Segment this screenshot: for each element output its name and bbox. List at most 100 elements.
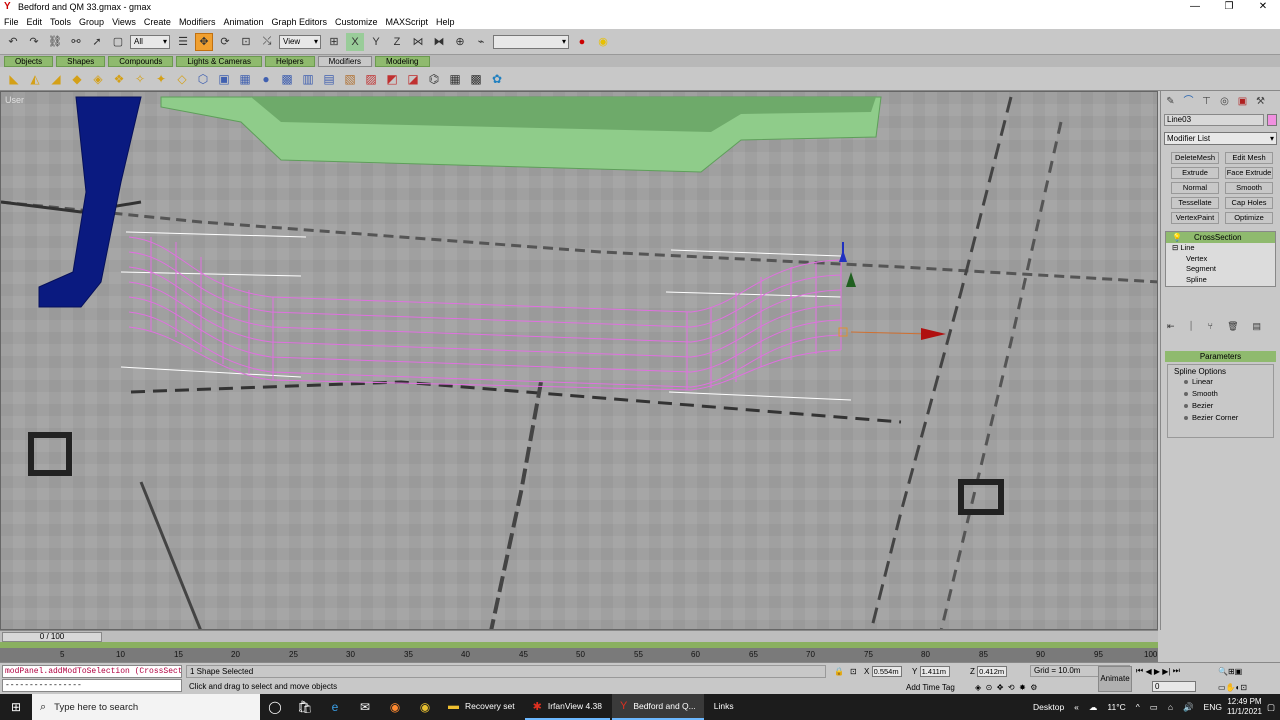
chevron-up-icon[interactable]: « bbox=[1074, 702, 1079, 712]
scale-icon[interactable]: ⊡ bbox=[237, 33, 255, 51]
lock-selection-icon[interactable]: 🔒 bbox=[834, 665, 844, 677]
goto-end-icon[interactable]: ⏭ bbox=[1173, 666, 1180, 676]
edit-mesh-button[interactable]: Edit Mesh bbox=[1225, 152, 1273, 164]
utilities-tab-icon[interactable]: ⚒ bbox=[1253, 95, 1268, 108]
pin-stack-icon[interactable]: ⇤ bbox=[1167, 321, 1175, 332]
reference-coordinate-dropdown[interactable]: View bbox=[279, 34, 321, 49]
create-tab-icon[interactable]: ✎ bbox=[1163, 95, 1178, 108]
language-indicator[interactable]: ENG bbox=[1204, 702, 1222, 712]
edit-spline-icon[interactable]: ▨ bbox=[363, 71, 379, 87]
noise-icon[interactable]: ◆ bbox=[69, 71, 85, 87]
remove-modifier-icon[interactable]: 🗑 bbox=[1227, 321, 1238, 332]
viewport-label[interactable]: User bbox=[5, 95, 24, 105]
mesh-select-icon[interactable]: ▦ bbox=[237, 71, 253, 87]
stretch-icon[interactable]: ◈ bbox=[90, 71, 106, 87]
menu-edit[interactable]: Edit bbox=[27, 17, 43, 27]
x-coordinate-field[interactable] bbox=[871, 665, 902, 677]
modifier-list-dropdown[interactable]: Modifier List bbox=[1164, 132, 1277, 145]
twist-icon[interactable]: ◢ bbox=[48, 71, 64, 87]
menu-file[interactable]: File bbox=[4, 17, 19, 27]
edit-mesh-icon[interactable]: ▩ bbox=[279, 71, 295, 87]
region-select-icon[interactable]: ▢ bbox=[109, 33, 127, 51]
maxscript-mini-listener[interactable]: ---------------- bbox=[2, 679, 182, 692]
region-zoom-icon[interactable]: ▭ bbox=[1218, 683, 1226, 692]
vertexpaint-button[interactable]: VertexPaint bbox=[1171, 212, 1219, 224]
display-tab-icon[interactable]: ▣ bbox=[1235, 95, 1250, 108]
material-editor-icon[interactable]: ● bbox=[573, 33, 591, 51]
stack-subobj-vertex[interactable]: Vertex bbox=[1166, 254, 1275, 265]
tab-shapes[interactable]: Shapes bbox=[56, 55, 106, 67]
redo-icon[interactable]: ↷ bbox=[25, 33, 43, 51]
menu-maxscript[interactable]: MAXScript bbox=[386, 17, 429, 27]
tab-compounds[interactable]: Compounds bbox=[108, 55, 174, 67]
time-slider[interactable]: 0 / 100 bbox=[0, 630, 1158, 642]
notifications-icon[interactable]: ▢ bbox=[1267, 702, 1275, 713]
zoom-extents-icon[interactable]: ⊙ bbox=[986, 683, 993, 692]
lightbulb-icon[interactable]: 💡 bbox=[1172, 232, 1182, 243]
animate-button[interactable]: Animate bbox=[1098, 666, 1132, 692]
restore-icon[interactable]: ❐ bbox=[1212, 0, 1246, 14]
maximize-viewport-icon[interactable]: ⊡ bbox=[1240, 683, 1247, 692]
lattice-icon[interactable]: ◇ bbox=[174, 71, 190, 87]
play-icon[interactable]: ▶ bbox=[1154, 667, 1160, 676]
temperature[interactable]: 11°C bbox=[1107, 702, 1125, 712]
radio-bezier-corner[interactable]: Bezier Corner bbox=[1184, 412, 1273, 424]
select-by-name-icon[interactable]: ☰ bbox=[174, 33, 192, 51]
rotate-icon[interactable]: ⟳ bbox=[216, 33, 234, 51]
tab-modifiers[interactable]: Modifiers bbox=[317, 55, 373, 67]
zoom-all-icon[interactable]: ⊞ bbox=[1228, 667, 1235, 676]
axis-x-icon[interactable]: X bbox=[346, 32, 364, 51]
tab-lights-cameras[interactable]: Lights & Cameras bbox=[176, 55, 262, 67]
wave-icon[interactable]: ✧ bbox=[132, 71, 148, 87]
make-unique-icon[interactable]: ⑂ bbox=[1208, 321, 1213, 332]
named-selection-dropdown[interactable] bbox=[493, 34, 569, 49]
normal-button[interactable]: Normal bbox=[1171, 182, 1219, 194]
menu-tools[interactable]: Tools bbox=[50, 17, 71, 27]
pan-icon[interactable]: ✥ bbox=[997, 683, 1004, 692]
menu-views[interactable]: Views bbox=[112, 17, 136, 27]
deletemesh-button[interactable]: DeleteMesh bbox=[1171, 152, 1219, 164]
cap-holes-button[interactable]: Cap Holes bbox=[1225, 197, 1273, 209]
axis-y-icon[interactable]: Y bbox=[367, 33, 385, 51]
edge-icon[interactable]: e bbox=[320, 700, 350, 714]
store-icon[interactable]: 🛍 bbox=[290, 700, 320, 714]
checker-icon[interactable]: ▩ bbox=[468, 71, 484, 87]
axis-z-icon[interactable]: Z bbox=[388, 33, 406, 51]
tab-modeling[interactable]: Modeling bbox=[375, 55, 430, 67]
ripple-icon[interactable]: ✦ bbox=[153, 71, 169, 87]
windows-start-icon[interactable]: ⊞ bbox=[0, 700, 32, 714]
modify-tab-icon[interactable]: ⌒ bbox=[1181, 95, 1196, 108]
battery-icon[interactable]: ▭ bbox=[1150, 702, 1158, 713]
snap-icon[interactable]: ⌁ bbox=[472, 33, 490, 51]
fov-icon[interactable]: ✸ bbox=[1019, 683, 1026, 692]
next-frame-icon[interactable]: ▶| bbox=[1162, 667, 1170, 676]
stack-subobj-segment[interactable]: Segment bbox=[1166, 264, 1275, 275]
vertex-paint-icon[interactable]: ✿ bbox=[489, 71, 505, 87]
track-bar[interactable]: 5 10 15 20 25 30 35 40 45 50 55 60 65 70… bbox=[0, 642, 1158, 662]
radio-linear[interactable]: Linear bbox=[1184, 376, 1273, 388]
stack-item-line[interactable]: ⊟ Line bbox=[1166, 243, 1275, 254]
orbit-icon[interactable]: ⟲ bbox=[1008, 683, 1015, 692]
surface-icon[interactable]: ◩ bbox=[384, 71, 400, 87]
minimize-icon[interactable]: — bbox=[1178, 0, 1212, 14]
tab-objects[interactable]: Objects bbox=[4, 55, 54, 67]
volume-select-icon[interactable]: ▥ bbox=[300, 71, 316, 87]
close-icon[interactable]: ✕ bbox=[1246, 0, 1280, 14]
network-icon[interactable]: ⌂ bbox=[1168, 702, 1173, 712]
current-frame-field[interactable]: 0 bbox=[1152, 681, 1196, 692]
stack-item-crosssection[interactable]: 💡 CrossSection bbox=[1166, 232, 1275, 243]
menu-create[interactable]: Create bbox=[144, 17, 171, 27]
task-view-icon[interactable]: ◯ bbox=[260, 700, 290, 714]
zoom-icon[interactable]: 🔍 bbox=[1218, 667, 1228, 676]
extrude-icon[interactable]: ▦ bbox=[447, 71, 463, 87]
viewport-user[interactable]: User bbox=[0, 91, 1158, 630]
hierarchy-tab-icon[interactable]: ⊤ bbox=[1199, 95, 1214, 108]
move-icon[interactable]: ✥ bbox=[195, 32, 213, 51]
taper-icon[interactable]: ◭ bbox=[27, 71, 43, 87]
menu-customize[interactable]: Customize bbox=[335, 17, 378, 27]
object-name-field[interactable]: Line03 bbox=[1164, 114, 1264, 126]
tessellate-button[interactable]: Tessellate bbox=[1171, 197, 1219, 209]
clock[interactable]: 12:49 PM 11/1/2021 bbox=[1227, 697, 1262, 717]
menu-animation[interactable]: Animation bbox=[223, 17, 263, 27]
hand-pan-icon[interactable]: ✋ bbox=[1226, 683, 1236, 692]
